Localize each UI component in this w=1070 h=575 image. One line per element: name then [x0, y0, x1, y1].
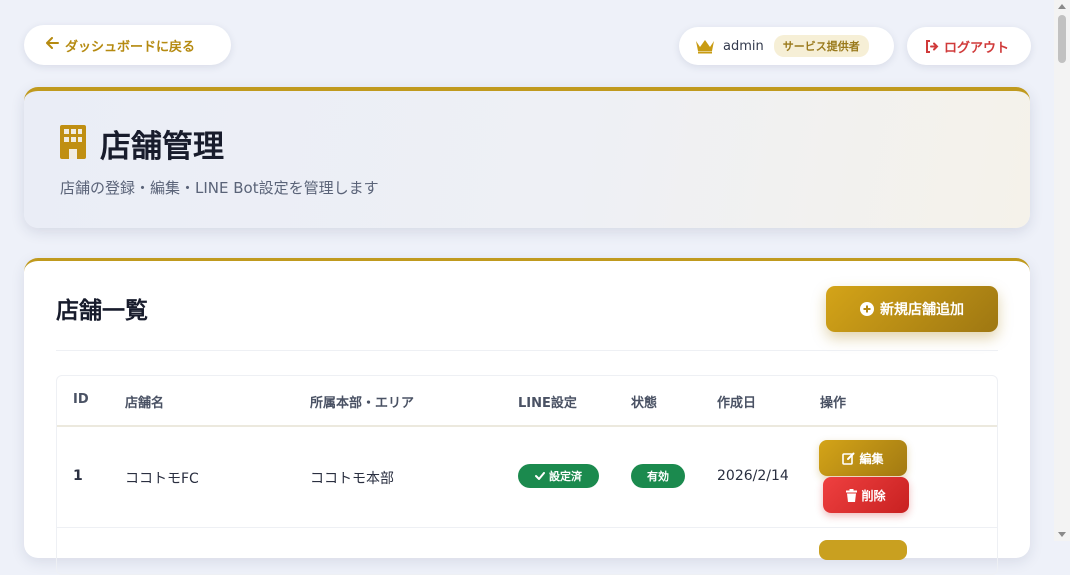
- col-store-name: 店舗名: [125, 396, 165, 411]
- logout-button[interactable]: ログアウト: [907, 27, 1031, 65]
- username: admin: [723, 38, 764, 54]
- divider: [56, 350, 998, 351]
- building-icon: [60, 124, 86, 163]
- col-created: 作成日: [717, 396, 757, 411]
- col-actions: 操作: [820, 396, 847, 411]
- table-row: 1 ココトモFC ココトモ本部 設定済 有効 2026/2/14 編集 削除: [57, 427, 997, 528]
- cell-created: 2026/2/14: [717, 468, 789, 484]
- line-status-badge: 設定済: [518, 464, 599, 488]
- col-area: 所属本部・エリア: [310, 396, 415, 411]
- crown-icon: [695, 38, 715, 54]
- logout-icon: [925, 39, 939, 53]
- col-id: ID: [73, 392, 89, 407]
- page-scrollbar[interactable]: [1054, 0, 1070, 541]
- table-header: ID 店舗名 所属本部・エリア LINE設定 状態 作成日 操作: [57, 376, 997, 427]
- scroll-up-icon[interactable]: [1058, 4, 1066, 9]
- back-to-dashboard-button[interactable]: ダッシュボードに戻る: [24, 25, 231, 65]
- add-store-button[interactable]: 新規店舗追加: [826, 286, 998, 332]
- edit-label: 編集: [859, 451, 884, 466]
- logout-label: ログアウト: [944, 40, 1010, 56]
- scrollbar-thumb[interactable]: [1058, 15, 1066, 63]
- state-badge: 有効: [631, 464, 685, 488]
- cell-area: ココトモ本部: [310, 471, 394, 487]
- edit-icon: [842, 452, 855, 465]
- page-subtitle: 店舗の登録・編集・LINE Bot設定を管理します: [60, 179, 379, 197]
- cell-id: 1: [73, 468, 83, 484]
- role-badge: サービス提供者: [773, 35, 869, 57]
- next-row-edit-button[interactable]: [819, 540, 907, 560]
- plus-circle-icon: [860, 302, 874, 316]
- delete-button[interactable]: 削除: [823, 477, 909, 513]
- user-info: admin サービス提供者: [679, 27, 894, 65]
- scroll-down-icon[interactable]: [1058, 532, 1066, 537]
- col-line-settings: LINE設定: [518, 396, 577, 411]
- store-list-card: 店舗一覧 新規店舗追加 ID 店舗名 所属本部・エリア LINE設定 状態 作成…: [24, 258, 1030, 575]
- back-button-label: ダッシュボードに戻る: [65, 39, 196, 55]
- line-status-label: 設定済: [549, 470, 582, 483]
- store-table: ID 店舗名 所属本部・エリア LINE設定 状態 作成日 操作 1 ココトモF…: [56, 375, 998, 575]
- edit-button[interactable]: 編集: [819, 440, 907, 476]
- trash-icon: [846, 488, 858, 502]
- page-title: 店舗管理: [100, 129, 224, 165]
- check-icon: [535, 472, 545, 480]
- list-title: 店舗一覧: [56, 298, 148, 324]
- col-status: 状態: [631, 396, 658, 411]
- cell-store-name: ココトモFC: [125, 471, 199, 487]
- arrow-left-icon: [46, 37, 59, 53]
- delete-label: 削除: [861, 488, 886, 503]
- page-header: 店舗管理 店舗の登録・編集・LINE Bot設定を管理します: [24, 87, 1030, 228]
- add-store-label: 新規店舗追加: [880, 302, 964, 318]
